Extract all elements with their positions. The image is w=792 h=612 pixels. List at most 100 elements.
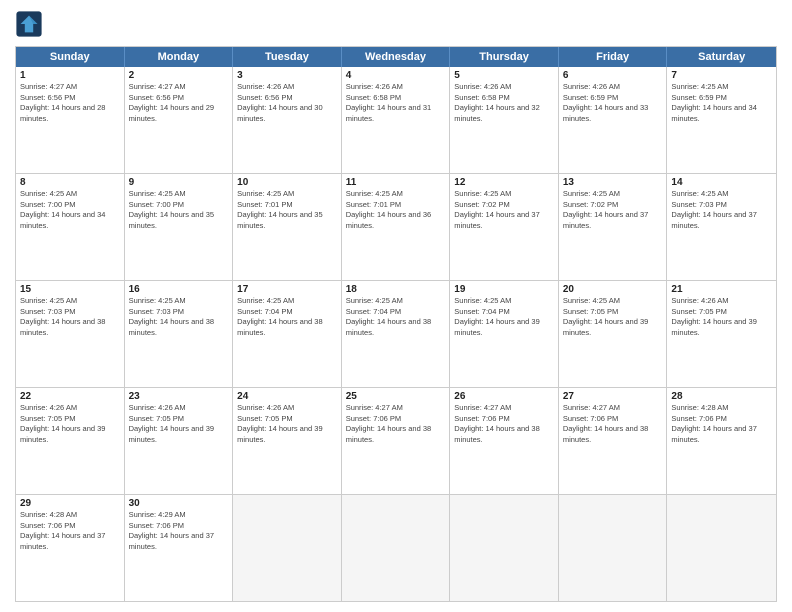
calendar-cell: 3Sunrise: 4:26 AMSunset: 6:56 PMDaylight… xyxy=(233,67,342,173)
day-number: 15 xyxy=(20,284,120,295)
cell-info: Sunrise: 4:27 AMSunset: 7:06 PMDaylight:… xyxy=(563,403,663,445)
calendar-cell: 24Sunrise: 4:26 AMSunset: 7:05 PMDayligh… xyxy=(233,388,342,494)
cell-info: Sunrise: 4:25 AMSunset: 7:02 PMDaylight:… xyxy=(563,189,663,231)
cell-info: Sunrise: 4:25 AMSunset: 7:05 PMDaylight:… xyxy=(563,296,663,338)
day-number: 8 xyxy=(20,177,120,188)
calendar-cell: 25Sunrise: 4:27 AMSunset: 7:06 PMDayligh… xyxy=(342,388,451,494)
calendar-cell xyxy=(450,495,559,601)
cell-info: Sunrise: 4:25 AMSunset: 6:59 PMDaylight:… xyxy=(671,82,772,124)
day-number: 9 xyxy=(129,177,229,188)
calendar-cell: 29Sunrise: 4:28 AMSunset: 7:06 PMDayligh… xyxy=(16,495,125,601)
calendar-cell: 7Sunrise: 4:25 AMSunset: 6:59 PMDaylight… xyxy=(667,67,776,173)
day-number: 27 xyxy=(563,391,663,402)
day-number: 22 xyxy=(20,391,120,402)
weekday-header: Tuesday xyxy=(233,47,342,67)
cell-info: Sunrise: 4:29 AMSunset: 7:06 PMDaylight:… xyxy=(129,510,229,552)
day-number: 10 xyxy=(237,177,337,188)
calendar-cell xyxy=(233,495,342,601)
calendar-cell: 12Sunrise: 4:25 AMSunset: 7:02 PMDayligh… xyxy=(450,174,559,280)
cell-info: Sunrise: 4:27 AMSunset: 6:56 PMDaylight:… xyxy=(20,82,120,124)
calendar-cell: 8Sunrise: 4:25 AMSunset: 7:00 PMDaylight… xyxy=(16,174,125,280)
day-number: 2 xyxy=(129,70,229,81)
weekday-header: Thursday xyxy=(450,47,559,67)
calendar-cell: 9Sunrise: 4:25 AMSunset: 7:00 PMDaylight… xyxy=(125,174,234,280)
cell-info: Sunrise: 4:26 AMSunset: 6:58 PMDaylight:… xyxy=(346,82,446,124)
cell-info: Sunrise: 4:25 AMSunset: 7:04 PMDaylight:… xyxy=(454,296,554,338)
cell-info: Sunrise: 4:28 AMSunset: 7:06 PMDaylight:… xyxy=(20,510,120,552)
header xyxy=(15,10,777,38)
calendar-cell: 1Sunrise: 4:27 AMSunset: 6:56 PMDaylight… xyxy=(16,67,125,173)
day-number: 28 xyxy=(671,391,772,402)
calendar-row: 1Sunrise: 4:27 AMSunset: 6:56 PMDaylight… xyxy=(16,67,776,174)
cell-info: Sunrise: 4:25 AMSunset: 7:04 PMDaylight:… xyxy=(346,296,446,338)
cell-info: Sunrise: 4:28 AMSunset: 7:06 PMDaylight:… xyxy=(671,403,772,445)
day-number: 21 xyxy=(671,284,772,295)
calendar-cell xyxy=(667,495,776,601)
calendar-body: 1Sunrise: 4:27 AMSunset: 6:56 PMDaylight… xyxy=(16,67,776,601)
day-number: 23 xyxy=(129,391,229,402)
day-number: 11 xyxy=(346,177,446,188)
day-number: 13 xyxy=(563,177,663,188)
calendar-cell: 11Sunrise: 4:25 AMSunset: 7:01 PMDayligh… xyxy=(342,174,451,280)
calendar-cell: 27Sunrise: 4:27 AMSunset: 7:06 PMDayligh… xyxy=(559,388,668,494)
calendar-cell: 5Sunrise: 4:26 AMSunset: 6:58 PMDaylight… xyxy=(450,67,559,173)
page: SundayMondayTuesdayWednesdayThursdayFrid… xyxy=(0,0,792,612)
cell-info: Sunrise: 4:25 AMSunset: 7:00 PMDaylight:… xyxy=(129,189,229,231)
cell-info: Sunrise: 4:27 AMSunset: 7:06 PMDaylight:… xyxy=(454,403,554,445)
logo-icon xyxy=(15,10,43,38)
logo xyxy=(15,10,47,38)
cell-info: Sunrise: 4:26 AMSunset: 7:05 PMDaylight:… xyxy=(129,403,229,445)
calendar-cell: 17Sunrise: 4:25 AMSunset: 7:04 PMDayligh… xyxy=(233,281,342,387)
day-number: 3 xyxy=(237,70,337,81)
day-number: 29 xyxy=(20,498,120,509)
cell-info: Sunrise: 4:25 AMSunset: 7:03 PMDaylight:… xyxy=(129,296,229,338)
weekday-header: Wednesday xyxy=(342,47,451,67)
cell-info: Sunrise: 4:26 AMSunset: 7:05 PMDaylight:… xyxy=(237,403,337,445)
day-number: 20 xyxy=(563,284,663,295)
day-number: 6 xyxy=(563,70,663,81)
day-number: 12 xyxy=(454,177,554,188)
calendar-cell: 13Sunrise: 4:25 AMSunset: 7:02 PMDayligh… xyxy=(559,174,668,280)
calendar-header: SundayMondayTuesdayWednesdayThursdayFrid… xyxy=(16,47,776,67)
calendar-cell: 6Sunrise: 4:26 AMSunset: 6:59 PMDaylight… xyxy=(559,67,668,173)
weekday-header: Monday xyxy=(125,47,234,67)
calendar-cell: 18Sunrise: 4:25 AMSunset: 7:04 PMDayligh… xyxy=(342,281,451,387)
cell-info: Sunrise: 4:27 AMSunset: 6:56 PMDaylight:… xyxy=(129,82,229,124)
calendar-cell: 30Sunrise: 4:29 AMSunset: 7:06 PMDayligh… xyxy=(125,495,234,601)
cell-info: Sunrise: 4:26 AMSunset: 7:05 PMDaylight:… xyxy=(20,403,120,445)
cell-info: Sunrise: 4:25 AMSunset: 7:02 PMDaylight:… xyxy=(454,189,554,231)
cell-info: Sunrise: 4:26 AMSunset: 7:05 PMDaylight:… xyxy=(671,296,772,338)
cell-info: Sunrise: 4:26 AMSunset: 6:58 PMDaylight:… xyxy=(454,82,554,124)
cell-info: Sunrise: 4:25 AMSunset: 7:01 PMDaylight:… xyxy=(237,189,337,231)
calendar-cell: 19Sunrise: 4:25 AMSunset: 7:04 PMDayligh… xyxy=(450,281,559,387)
calendar-row: 29Sunrise: 4:28 AMSunset: 7:06 PMDayligh… xyxy=(16,495,776,601)
day-number: 1 xyxy=(20,70,120,81)
cell-info: Sunrise: 4:25 AMSunset: 7:00 PMDaylight:… xyxy=(20,189,120,231)
calendar-cell: 4Sunrise: 4:26 AMSunset: 6:58 PMDaylight… xyxy=(342,67,451,173)
day-number: 16 xyxy=(129,284,229,295)
day-number: 18 xyxy=(346,284,446,295)
calendar-cell: 23Sunrise: 4:26 AMSunset: 7:05 PMDayligh… xyxy=(125,388,234,494)
cell-info: Sunrise: 4:26 AMSunset: 6:56 PMDaylight:… xyxy=(237,82,337,124)
calendar-row: 15Sunrise: 4:25 AMSunset: 7:03 PMDayligh… xyxy=(16,281,776,388)
cell-info: Sunrise: 4:25 AMSunset: 7:03 PMDaylight:… xyxy=(20,296,120,338)
cell-info: Sunrise: 4:25 AMSunset: 7:01 PMDaylight:… xyxy=(346,189,446,231)
calendar-cell: 28Sunrise: 4:28 AMSunset: 7:06 PMDayligh… xyxy=(667,388,776,494)
calendar-cell: 26Sunrise: 4:27 AMSunset: 7:06 PMDayligh… xyxy=(450,388,559,494)
day-number: 17 xyxy=(237,284,337,295)
calendar-cell: 15Sunrise: 4:25 AMSunset: 7:03 PMDayligh… xyxy=(16,281,125,387)
calendar-row: 22Sunrise: 4:26 AMSunset: 7:05 PMDayligh… xyxy=(16,388,776,495)
day-number: 4 xyxy=(346,70,446,81)
calendar-cell: 10Sunrise: 4:25 AMSunset: 7:01 PMDayligh… xyxy=(233,174,342,280)
day-number: 14 xyxy=(671,177,772,188)
weekday-header: Sunday xyxy=(16,47,125,67)
calendar-cell: 14Sunrise: 4:25 AMSunset: 7:03 PMDayligh… xyxy=(667,174,776,280)
weekday-header: Friday xyxy=(559,47,668,67)
calendar-row: 8Sunrise: 4:25 AMSunset: 7:00 PMDaylight… xyxy=(16,174,776,281)
calendar-cell: 21Sunrise: 4:26 AMSunset: 7:05 PMDayligh… xyxy=(667,281,776,387)
calendar-cell xyxy=(559,495,668,601)
cell-info: Sunrise: 4:27 AMSunset: 7:06 PMDaylight:… xyxy=(346,403,446,445)
day-number: 26 xyxy=(454,391,554,402)
calendar-cell: 2Sunrise: 4:27 AMSunset: 6:56 PMDaylight… xyxy=(125,67,234,173)
calendar: SundayMondayTuesdayWednesdayThursdayFrid… xyxy=(15,46,777,602)
